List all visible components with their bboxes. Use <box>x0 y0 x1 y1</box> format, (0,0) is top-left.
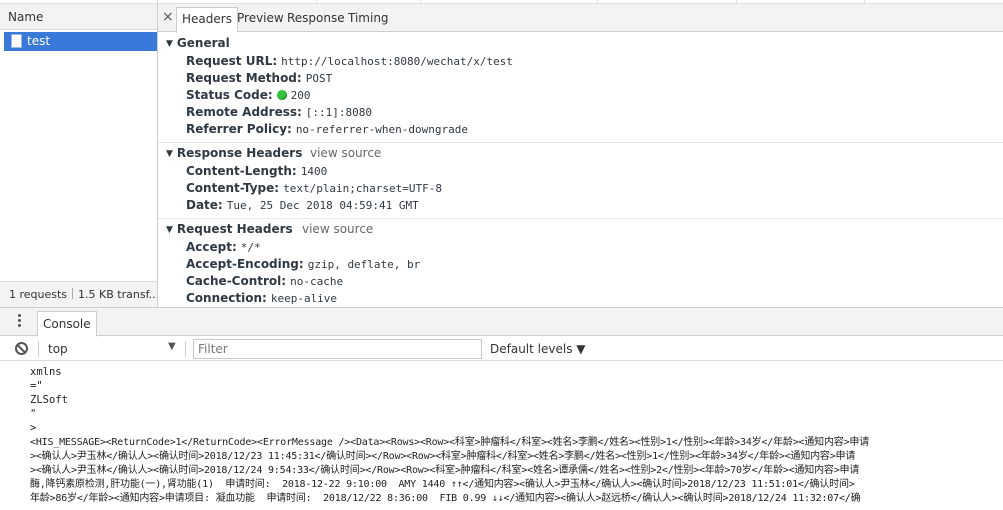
console-xml-line: ><确认人>尹玉林</确认人><确认时间>2018/12/24 9:54:33<… <box>30 465 860 476</box>
context-selector[interactable]: top <box>48 342 68 356</box>
header-row: Connection: keep-alive <box>186 291 338 305</box>
network-summary: 1 requests 1.5 KB transf... <box>0 281 157 307</box>
request-count: 1 requests <box>9 288 68 301</box>
status-ok-icon <box>276 90 287 100</box>
header-row: Accept-Encoding: gzip, deflate, br <box>186 257 421 271</box>
section-divider <box>158 218 1003 219</box>
close-icon[interactable]: × <box>162 9 174 25</box>
header-row: Content-Length: 1400 <box>186 164 328 178</box>
console-output: xmlns =" ZLSoft " > <HIS_MESSAGE><Return… <box>0 362 1003 510</box>
console-toolbar: top ▼ Default levels ▼ <box>0 337 1003 361</box>
name-column-header[interactable]: Name <box>0 4 157 30</box>
request-list-pane: Name test 1 requests 1.5 KB transf... <box>0 4 158 307</box>
console-line: xmlns <box>30 366 62 378</box>
section-divider <box>158 142 1003 143</box>
response-headers-toggle[interactable]: ▼ Response Headers <box>166 146 302 160</box>
console-line: =" <box>30 380 43 392</box>
response-headers-title: Response Headers <box>176 146 303 160</box>
tab-response[interactable]: Response <box>282 7 350 33</box>
request-detail-pane: × Headers Preview Response Timing ▼ Gener… <box>158 4 1003 307</box>
console-xml-line: <HIS_MESSAGE><ReturnCode>1</ReturnCode><… <box>30 437 869 448</box>
request-name: test <box>27 34 51 48</box>
expand-triangle-icon: ▼ <box>166 39 173 49</box>
document-icon <box>11 34 22 48</box>
chevron-down-icon[interactable]: ▼ <box>168 341 176 352</box>
expand-triangle-icon: ▼ <box>166 149 173 159</box>
header-row: Remote Address: [::1]:8080 <box>186 105 373 119</box>
log-levels-dropdown[interactable]: Default levels ▼ <box>490 342 586 356</box>
toolbar-separator <box>38 341 39 357</box>
console-xml-line: 酶,降钙素原检测,肝功能(一),肾功能(1) 申请时间: 2018-12-22 … <box>30 479 855 490</box>
header-row: Date: Tue, 25 Dec 2018 04:59:41 GMT <box>186 198 419 212</box>
general-section-toggle[interactable]: ▼ General <box>166 36 230 50</box>
console-xml-line: ><确认人>尹玉林</确认人><确认时间>2018/12/23 11:45:31… <box>30 451 856 462</box>
transferred-size: 1.5 KB transf... <box>78 288 157 301</box>
more-menu-icon[interactable] <box>18 314 22 330</box>
header-row: Cache-Control: no-cache <box>186 274 344 288</box>
header-row: Accept: */* <box>186 240 261 254</box>
header-row: Status Code: 200 <box>186 88 311 102</box>
clear-console-icon[interactable] <box>15 342 28 355</box>
request-headers-toggle[interactable]: ▼ Request Headers <box>166 222 293 236</box>
request-headers-title: Request Headers <box>176 222 293 236</box>
request-view-source-link[interactable]: view source <box>302 222 373 236</box>
drawer-tabbar: Console <box>0 308 1003 337</box>
general-title: General <box>176 36 230 50</box>
tab-headers[interactable]: Headers <box>176 7 238 33</box>
expand-triangle-icon: ▼ <box>166 225 173 235</box>
tab-preview[interactable]: Preview <box>232 7 289 33</box>
header-row: Content-Type: text/plain;charset=UTF-8 <box>186 181 443 195</box>
console-line: " <box>30 408 37 420</box>
request-row[interactable]: test <box>4 32 157 51</box>
detail-tabbar: × Headers Preview Response Timing <box>158 4 1003 33</box>
console-line: ZLSoft <box>30 394 68 406</box>
tab-timing[interactable]: Timing <box>343 7 394 33</box>
response-view-source-link[interactable]: view source <box>310 146 381 160</box>
header-row: Request Method: POST <box>186 71 333 85</box>
filter-input[interactable] <box>193 339 482 359</box>
tab-console[interactable]: Console <box>37 311 97 337</box>
toolbar-separator <box>185 341 186 357</box>
console-line: > <box>30 422 37 434</box>
console-xml-line: 年龄>86岁</年龄><通知内容>申请项目: 凝血功能 申请时间: 2018/1… <box>30 493 861 504</box>
header-row: Request URL: http://localhost:8080/wechat… <box>186 54 513 68</box>
header-row: Referrer Policy: no-referrer-when-downgra… <box>186 122 468 136</box>
